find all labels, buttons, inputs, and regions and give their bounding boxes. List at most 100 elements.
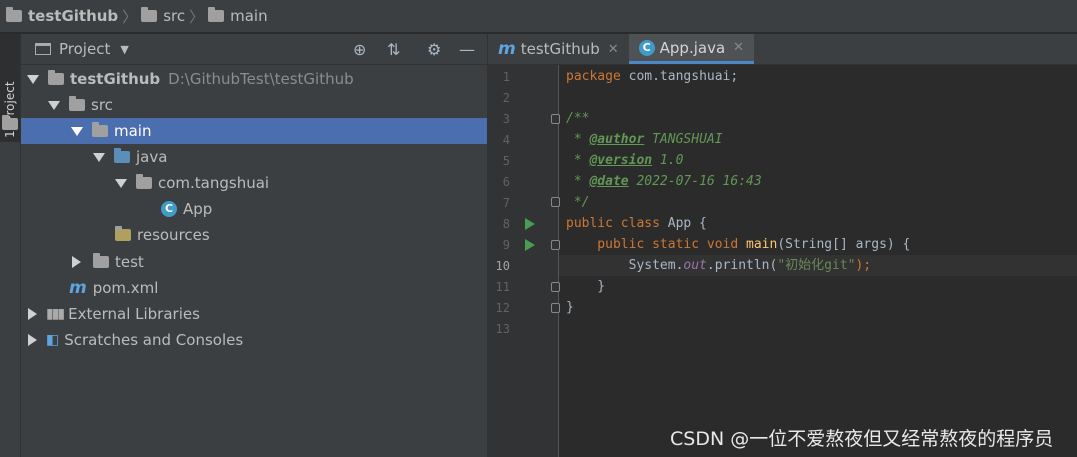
code-line-7: */ [566,192,590,213]
tab-label: testGithub [520,40,600,58]
minimize-icon[interactable]: — [459,40,475,59]
watermark: CSDN @一位不爱熬夜但又经常熬夜的程序员 [670,428,1054,450]
expand-arrow-icon[interactable] [72,256,81,268]
resources-folder-icon [115,226,131,241]
tree-item-package[interactable]: com.tangshuai [21,170,487,196]
code-text: App { [659,216,707,231]
code-text: .println( [706,258,778,273]
tree-item-label: test [115,253,144,271]
library-icon: ▮▮▮ [46,306,65,322]
line-number: 7 [502,196,510,210]
code-text: System. [566,258,684,273]
tree-item-java[interactable]: java [21,144,487,170]
line-number: 1 [502,70,510,84]
tree-item-scratches[interactable]: ◧ Scratches and Consoles [21,327,487,353]
comment: * [566,153,590,168]
tree-item-external-libraries[interactable]: ▮▮▮ External Libraries [21,301,487,327]
line-number: 3 [502,112,510,126]
run-class-icon[interactable] [525,218,535,230]
code-text: } [566,300,574,315]
java-class-icon: C [161,201,177,217]
breadcrumb-project-label: testGithub [28,7,119,25]
line-number: 4 [502,133,510,147]
expand-arrow-icon[interactable] [71,126,83,136]
expand-arrow-icon[interactable] [27,74,39,84]
project-folder-icon [6,7,22,22]
breadcrumb-src-label: src [163,7,186,25]
doc-tag: @author [589,132,645,147]
fold-marker-icon[interactable] [551,197,560,207]
chevron-down-icon[interactable]: ▼ [120,43,128,56]
collapse-all-icon[interactable]: ⇅ [387,40,400,59]
breadcrumb-main-label: main [230,7,268,25]
project-tool-tab[interactable]: 1: Project [0,34,20,142]
folder-icon [2,115,18,130]
line-number-current: 10 [495,259,510,273]
keyword: package [566,69,621,84]
tree-item-app[interactable]: C App [21,196,487,222]
expand-arrow-icon[interactable] [48,100,60,110]
line-number: 2 [502,91,510,105]
comment: TANGSHUAI [644,132,723,147]
maven-icon: m [69,278,87,298]
folder-icon [92,122,108,137]
tab-app-java[interactable]: C App.java ✕ [628,34,755,64]
code-text: com.tangshuai; [620,69,739,84]
expand-arrow-icon[interactable] [28,308,37,320]
source-folder-icon [114,148,130,163]
comment: * [566,174,590,189]
tree-item-label: com.tangshuai [158,174,270,192]
tool-window-strip: 1: Project [0,34,21,457]
breadcrumb: testGithub 〉 src 〉 main [0,0,1077,33]
line-number: 11 [495,280,510,294]
tree-item-src[interactable]: src [21,92,487,118]
line-number: 9 [502,238,510,252]
tree-item-label: External Libraries [68,305,200,323]
module-folder-icon [48,70,64,85]
line-number: 12 [495,301,510,315]
code-line-3: /** [566,108,589,129]
tree-item-testGithub[interactable]: testGithub D:\GithubTest\testGithub [21,66,487,92]
fold-marker-icon[interactable] [551,282,560,292]
tab-label: App.java [659,38,726,57]
doc-tag: @date [589,174,629,189]
tree-item-pom[interactable]: m pom.xml [21,275,487,301]
locate-icon[interactable]: ⊕ [353,40,366,59]
tree-item-resources[interactable]: resources [21,222,487,248]
code-line-10: System.out.println("初始化git"); [566,255,872,276]
chevron-right-icon: 〉 [189,7,205,26]
code-text: } [566,279,606,294]
expand-arrow-icon[interactable] [93,152,105,162]
fold-marker-icon[interactable] [551,303,560,313]
scratches-icon: ◧ [46,332,60,348]
breadcrumb-src[interactable]: src [141,7,185,25]
line-number: 13 [495,322,510,336]
code-text: ); [855,258,872,273]
tree-item-test[interactable]: test [21,249,487,275]
project-panel-title[interactable]: Project [59,40,110,58]
breadcrumb-project[interactable]: testGithub [6,7,118,25]
maven-icon: m [498,39,516,59]
breadcrumb-main[interactable]: main [208,7,268,25]
fold-marker-icon[interactable] [551,240,560,250]
comment: /** [566,111,590,126]
run-main-icon[interactable] [525,239,535,251]
folder-icon [208,7,225,22]
line-number: 5 [502,154,510,168]
code-line-5: * @version 1.0 [566,150,684,171]
tab-testGithub[interactable]: m testGithub ✕ [488,34,629,64]
close-icon[interactable]: ✕ [608,42,619,57]
editor: m testGithub ✕ C App.java ✕ 1 2 3 4 5 6 … [488,34,1077,457]
gear-icon[interactable]: ⚙ [427,40,441,59]
comment: */ [566,195,590,210]
code-line-6: * @date 2022-07-16 16:43 [566,171,762,192]
close-icon[interactable]: ✕ [733,40,744,55]
fold-marker-icon[interactable] [551,114,560,124]
tree-item-main[interactable]: main [21,118,487,144]
folder-icon [69,96,85,111]
keyword: public static void [566,237,739,252]
keyword: public class [566,216,660,231]
expand-arrow-icon[interactable] [115,178,127,188]
expand-arrow-icon[interactable] [28,334,37,346]
code-line-12: } [566,297,574,318]
